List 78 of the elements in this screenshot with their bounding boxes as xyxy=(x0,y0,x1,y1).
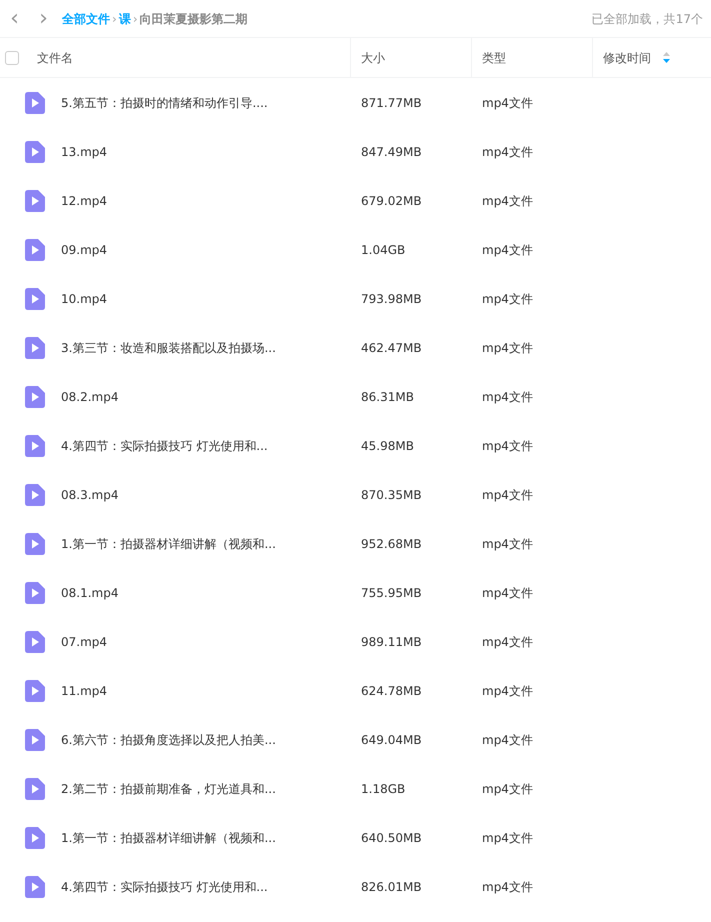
breadcrumb-separator: › xyxy=(132,10,138,28)
file-name[interactable]: 1.第一节：拍摄器材详细讲解（视频和... xyxy=(61,828,276,846)
video-file-icon xyxy=(25,386,45,408)
select-all-checkbox[interactable] xyxy=(5,50,19,64)
video-file-icon xyxy=(25,288,45,310)
file-size: 45.98MB xyxy=(360,438,415,454)
file-name[interactable]: 2.第二节：拍摄前期准备，灯光道具和... xyxy=(61,780,276,798)
video-file-icon xyxy=(25,190,45,212)
video-file-icon xyxy=(25,532,45,554)
file-name[interactable]: 08.2.mp4 xyxy=(61,388,118,406)
video-file-icon xyxy=(25,336,45,358)
file-type: mp4文件 xyxy=(481,242,534,258)
file-name[interactable]: 5.第五节：拍摄时的情绪和动作引导.... xyxy=(61,94,268,112)
file-name[interactable]: 4.第四节：实际拍摄技巧 灯光使用和... xyxy=(61,878,268,896)
video-file-icon xyxy=(25,140,45,162)
file-name[interactable]: 13.mp4 xyxy=(61,142,108,160)
video-file-icon xyxy=(25,630,45,652)
file-type: mp4文件 xyxy=(481,388,534,406)
file-size: 793.98MB xyxy=(360,290,423,308)
breadcrumb-separator: › xyxy=(112,10,117,28)
file-type: mp4文件 xyxy=(481,290,534,308)
file-size: 1.18GB xyxy=(360,780,406,798)
file-name[interactable]: 12.mp4 xyxy=(61,192,108,210)
file-size: 679.02MB xyxy=(360,192,423,210)
file-name[interactable]: 6.第六节：拍摄角度选择以及把人拍美... xyxy=(61,730,276,748)
file-size: 847.49MB xyxy=(360,144,423,160)
file-size: 755.95MB xyxy=(360,584,423,602)
video-file-icon xyxy=(25,484,45,506)
load-status: 已全部加载，共17个 xyxy=(592,10,703,28)
file-type: mp4文件 xyxy=(481,584,534,602)
video-file-icon xyxy=(25,582,45,604)
video-file-icon xyxy=(25,826,45,848)
column-header[interactable]: 修改时间 xyxy=(603,48,651,66)
video-file-icon xyxy=(25,92,45,114)
file-type: mp4文件 xyxy=(481,732,534,748)
video-file-icon xyxy=(25,680,45,702)
file-type: mp4文件 xyxy=(481,144,534,160)
file-type: mp4文件 xyxy=(481,780,534,798)
file-name[interactable]: 08.1.mp4 xyxy=(61,584,118,602)
file-size: 1.04GB xyxy=(360,242,406,258)
file-type: mp4文件 xyxy=(481,536,534,552)
video-file-icon xyxy=(25,434,45,456)
file-name[interactable]: 4.第四节：实际拍摄技巧 灯光使用和... xyxy=(61,436,268,454)
file-size: 640.50MB xyxy=(360,830,423,846)
file-size: 989.11MB xyxy=(360,634,423,650)
file-name[interactable]: 08.3.mp4 xyxy=(61,486,118,504)
file-size: 952.68MB xyxy=(360,536,423,552)
column-header[interactable]: 类型 xyxy=(482,48,506,66)
file-type: mp4文件 xyxy=(481,830,534,846)
video-file-icon xyxy=(25,778,45,800)
file-type: mp4文件 xyxy=(481,682,534,700)
sort-icon[interactable] xyxy=(663,52,670,63)
file-type: mp4文件 xyxy=(481,340,534,356)
file-type: mp4文件 xyxy=(481,486,534,504)
file-type: mp4文件 xyxy=(481,94,534,112)
file-type: mp4文件 xyxy=(481,192,534,210)
file-name[interactable]: 1.第一节：拍摄器材详细讲解（视频和... xyxy=(61,534,276,552)
file-size: 826.01MB xyxy=(360,878,423,896)
video-file-icon xyxy=(25,728,45,750)
column-header[interactable]: 大小 xyxy=(361,48,385,66)
file-name[interactable]: 09.mp4 xyxy=(61,240,108,258)
video-file-icon xyxy=(25,876,45,898)
file-size: 462.47MB xyxy=(360,340,423,356)
video-file-icon xyxy=(25,238,45,260)
file-size: 871.77MB xyxy=(360,94,423,112)
file-size: 86.31MB xyxy=(360,388,415,406)
file-size: 870.35MB xyxy=(360,486,423,504)
file-name[interactable]: 10.mp4 xyxy=(61,290,108,308)
breadcrumb-current: 向田茉夏摄影第二期 xyxy=(140,10,248,28)
file-size: 649.04MB xyxy=(360,732,423,748)
file-type: mp4文件 xyxy=(481,878,534,896)
column-header[interactable]: 文件名 xyxy=(37,48,73,66)
file-type: mp4文件 xyxy=(481,438,534,454)
file-size: 624.78MB xyxy=(360,682,423,700)
file-name[interactable]: 11.mp4 xyxy=(61,682,108,700)
file-name[interactable]: 07.mp4 xyxy=(61,632,108,650)
file-type: mp4文件 xyxy=(481,634,534,650)
file-name[interactable]: 3.第三节：妆造和服装搭配以及拍摄场... xyxy=(61,338,276,356)
